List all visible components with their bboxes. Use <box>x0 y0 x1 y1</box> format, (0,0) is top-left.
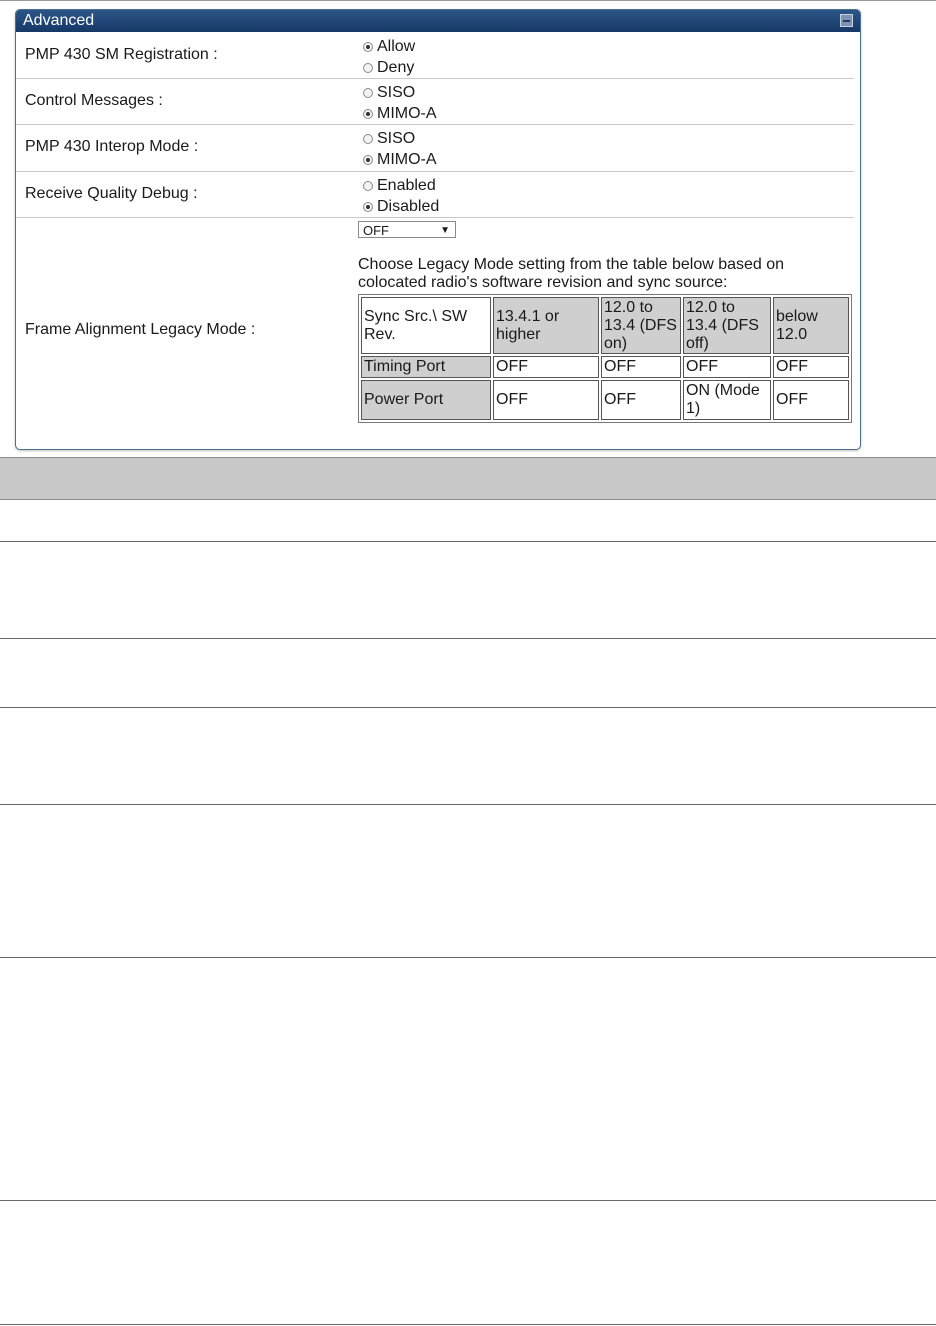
panel-title: Advanced <box>23 12 95 29</box>
radio-label: MIMO-A <box>377 104 437 122</box>
setting-label: Receive Quality Debug : <box>25 185 198 202</box>
setting-row-sm-registration: PMP 430 SM Registration : Allow Deny <box>16 32 854 79</box>
radio-group-sm-registration: Allow Deny <box>363 36 415 78</box>
table-cell: OFF <box>601 380 681 420</box>
table-cell: Timing Port <box>361 356 491 378</box>
table-cell: OFF <box>601 356 681 378</box>
radio-unselected-icon[interactable] <box>363 62 373 73</box>
setting-row-receive-quality-debug: Receive Quality Debug : Enabled Disabled <box>16 172 854 218</box>
radio-enabled[interactable]: Enabled <box>363 175 439 196</box>
radio-unselected-icon[interactable] <box>363 133 373 144</box>
legacy-mode-hint: Choose Legacy Mode setting from the tabl… <box>358 256 785 291</box>
radio-label: Disabled <box>377 197 440 215</box>
radio-siso[interactable]: SISO <box>363 82 437 103</box>
table-cell: 12.0 to 13.4 (DFS on) <box>601 297 681 354</box>
radio-allow[interactable]: Allow <box>363 36 415 57</box>
table-cell: OFF <box>683 356 771 378</box>
radio-selected-icon[interactable] <box>363 41 373 52</box>
table-cell: OFF <box>773 356 849 378</box>
document-row-divider <box>0 1324 936 1325</box>
caret-down-icon: ▼ <box>440 225 450 236</box>
setting-row-frame-alignment: Frame Alignment Legacy Mode : OFF ▼ Choo… <box>16 218 854 448</box>
document-row-divider <box>0 707 936 708</box>
setting-row-control-messages: Control Messages : SISO MIMO-A <box>16 79 854 125</box>
table-cell: 12.0 to 13.4 (DFS off) <box>683 297 771 354</box>
table-cell: OFF <box>493 356 599 378</box>
table-cell: OFF <box>773 380 849 420</box>
radio-group-interop-mode: SISO MIMO-A <box>363 128 437 170</box>
table-cell: OFF <box>493 380 599 420</box>
document-row-divider <box>0 1200 936 1201</box>
table-cell: below 12.0 <box>773 297 849 354</box>
radio-siso[interactable]: SISO <box>363 128 437 149</box>
radio-selected-icon[interactable] <box>363 154 373 165</box>
setting-label: Frame Alignment Legacy Mode : <box>25 321 256 338</box>
radio-mimo-a[interactable]: MIMO-A <box>363 149 437 170</box>
document-row-divider <box>0 541 936 542</box>
table-row: Timing Port OFF OFF OFF OFF <box>361 356 849 378</box>
radio-label: Enabled <box>377 176 436 194</box>
radio-label: SISO <box>377 83 416 101</box>
radio-group-control-messages: SISO MIMO-A <box>363 82 437 124</box>
radio-label: SISO <box>377 129 416 147</box>
radio-unselected-icon[interactable] <box>363 87 373 98</box>
document-row-divider <box>0 957 936 958</box>
table-row: Power Port OFF OFF ON (Mode 1) OFF <box>361 380 849 420</box>
radio-disabled[interactable]: Disabled <box>363 196 439 217</box>
setting-label: PMP 430 Interop Mode : <box>25 138 199 155</box>
document-row-divider <box>0 638 936 639</box>
table-header-row: Sync Src.\ SW Rev. 13.4.1 or higher 12.0… <box>361 297 849 354</box>
page-top-rule <box>0 0 936 1</box>
setting-label: PMP 430 SM Registration : <box>25 46 218 63</box>
radio-group-receive-quality-debug: Enabled Disabled <box>363 175 439 217</box>
document-table-header <box>0 457 936 500</box>
table-cell: Sync Src.\ SW Rev. <box>361 297 491 354</box>
setting-row-interop-mode: PMP 430 Interop Mode : SISO MIMO-A <box>16 125 854 172</box>
panel-header: Advanced <box>16 10 860 32</box>
advanced-panel: Advanced PMP 430 SM Registration : Allow… <box>15 9 861 450</box>
radio-label: Allow <box>377 37 416 55</box>
radio-label: Deny <box>377 58 415 76</box>
radio-selected-icon[interactable] <box>363 108 373 119</box>
radio-deny[interactable]: Deny <box>363 57 415 78</box>
setting-label: Control Messages : <box>25 92 163 109</box>
table-cell: 13.4.1 or higher <box>493 297 599 354</box>
settings-list: PMP 430 SM Registration : Allow Deny Con… <box>16 32 860 448</box>
table-cell: ON (Mode 1) <box>683 380 771 420</box>
collapse-icon[interactable] <box>840 14 853 27</box>
radio-mimo-a[interactable]: MIMO-A <box>363 103 437 124</box>
radio-label: MIMO-A <box>377 150 437 168</box>
table-cell: Power Port <box>361 380 491 420</box>
legacy-mode-table: Sync Src.\ SW Rev. 13.4.1 or higher 12.0… <box>358 294 852 423</box>
radio-unselected-icon[interactable] <box>363 180 373 191</box>
select-value: OFF <box>363 223 389 238</box>
legacy-mode-select[interactable]: OFF ▼ <box>358 221 456 238</box>
radio-selected-icon[interactable] <box>363 201 373 212</box>
document-row-divider <box>0 804 936 805</box>
